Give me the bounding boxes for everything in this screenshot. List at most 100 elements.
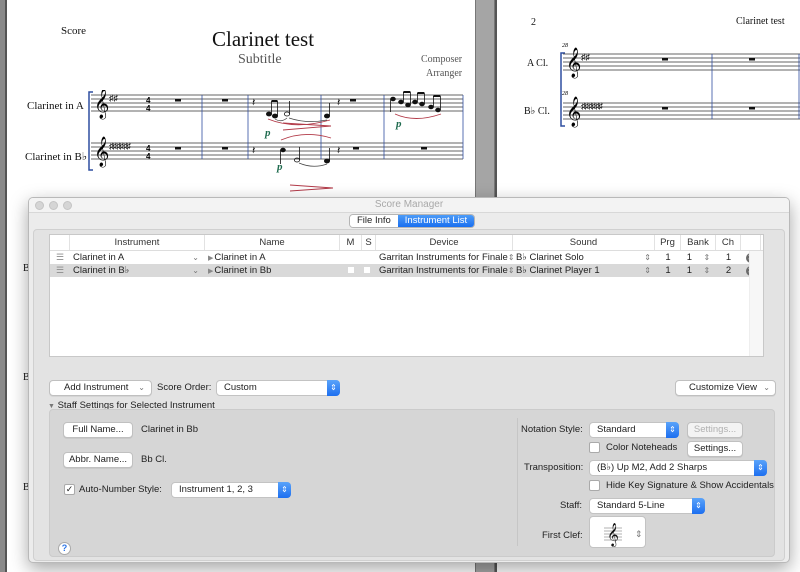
tab-instrument-list[interactable]: Instrument List: [397, 215, 475, 227]
stepper-icon: ⇕: [644, 253, 651, 262]
column-header-name[interactable]: Name: [205, 235, 340, 250]
column-header-bank[interactable]: Bank: [681, 235, 716, 250]
column-header-instrument[interactable]: Instrument: [70, 235, 205, 250]
score-subtitle[interactable]: Subtitle: [238, 52, 282, 68]
chevron-down-icon: ⌄: [192, 253, 199, 262]
key-signature: ♯♯♯♯♯♯: [109, 141, 132, 151]
treble-clef-icon: 𝄞: [94, 136, 109, 168]
solo-cell[interactable]: [362, 251, 376, 264]
help-button[interactable]: ?: [58, 542, 71, 555]
transposition-select[interactable]: (B♭) Up M2, Add 2 Sharps ⇕: [589, 460, 767, 476]
bank-value: 1: [686, 252, 693, 263]
score-system-2[interactable]: 28 28 𝄞 𝄞 ♯♯ ♯♯♯♯♯♯: [557, 40, 800, 130]
staff-select[interactable]: Standard 5-Line ⇕: [589, 498, 705, 514]
notes-staff-a: 𝄽 𝄽: [252, 91, 441, 119]
treble-clef-icon: 𝄞 ⇕: [604, 522, 643, 547]
chevron-down-icon: ⌄: [138, 383, 145, 392]
treble-clef-icon: 𝄞: [566, 47, 581, 79]
mute-cell[interactable]: [340, 251, 362, 264]
drag-handle-icon[interactable]: ☰: [50, 251, 70, 264]
dynamic-marking: p: [276, 161, 283, 173]
abbr-name-button[interactable]: Abbr. Name...: [63, 452, 133, 468]
customize-view-button[interactable]: Customize View ⌄: [675, 380, 776, 396]
sound-select[interactable]: B♭ Clarinet Solo ⇕: [513, 251, 655, 264]
stepper-icon: ⇕: [754, 460, 767, 476]
notation-style-select[interactable]: Standard ⇕: [589, 422, 679, 438]
first-clef-label: First Clef:: [542, 530, 583, 541]
device-value: Garritan Instruments for Finale: [379, 265, 508, 276]
color-noteheads-settings-button[interactable]: Settings...: [687, 441, 743, 457]
table-row-selected[interactable]: ☰ Clarinet in B♭ ⌄ ▶Clarinet in Bb Garrit…: [50, 264, 763, 277]
staff-bracket: [88, 91, 93, 171]
bank-select[interactable]: 1 ⇕: [681, 251, 716, 264]
chevron-down-icon: ⌄: [192, 266, 199, 275]
stepper-icon: ⇕: [692, 498, 705, 514]
column-header-solo[interactable]: S: [362, 235, 376, 250]
auto-number-select[interactable]: Instrument 1, 2, 3 ⇕: [171, 482, 291, 498]
column-header-channel[interactable]: Ch: [716, 235, 741, 250]
full-name-value: Clarinet in Bb: [141, 424, 199, 435]
instrument-name-cell[interactable]: ▶Clarinet in Bb: [205, 264, 340, 277]
instrument-name-cell[interactable]: ▶Clarinet in A: [205, 251, 340, 264]
program-value[interactable]: 1: [655, 264, 681, 277]
table-header: Instrument Name M S Device Sound Prg Ban…: [50, 235, 763, 251]
table-scrollbar[interactable]: [749, 251, 763, 356]
stepper-icon: ⇕: [644, 266, 651, 275]
treble-clef-icon: 𝄞: [566, 96, 581, 128]
sound-value: B♭ Clarinet Player 1: [516, 265, 600, 276]
instrument-list-panel: Instrument Name M S Device Sound Prg Ban…: [33, 229, 785, 561]
first-clef-select[interactable]: 𝄞 ⇕: [589, 516, 646, 548]
channel-value[interactable]: 2: [716, 264, 741, 277]
instrument-value: Clarinet in B♭: [73, 265, 130, 276]
column-header-program[interactable]: Prg: [655, 235, 681, 250]
instrument-select[interactable]: Clarinet in B♭ ⌄: [70, 264, 205, 277]
score-header-label: Score: [61, 25, 87, 37]
stepper-icon: ⇕: [635, 529, 643, 539]
mute-checkbox[interactable]: [340, 264, 362, 277]
add-instrument-button[interactable]: Add Instrument ⌄: [49, 380, 152, 396]
time-signature: 4: [146, 104, 151, 113]
device-select[interactable]: Garritan Instruments for Finale⇕: [376, 264, 513, 277]
notation-settings-button[interactable]: Settings...: [687, 422, 743, 438]
barlines: [711, 54, 800, 119]
color-noteheads-checkbox[interactable]: [589, 442, 600, 453]
hide-key-signature-checkbox[interactable]: [589, 480, 600, 491]
column-header-mute[interactable]: M: [340, 235, 362, 250]
tab-file-info[interactable]: File Info: [350, 215, 398, 227]
column-header-delete: [741, 235, 761, 250]
program-value[interactable]: 1: [655, 251, 681, 264]
sound-value: B♭ Clarinet Solo: [516, 252, 584, 263]
column-header-sound[interactable]: Sound: [513, 235, 655, 250]
bank-value: 1: [686, 265, 693, 276]
key-signature: ♯♯: [581, 52, 591, 62]
key-signature: ♯♯♯♯♯♯: [581, 101, 604, 111]
auto-number-checkbox[interactable]: ✓: [64, 484, 75, 495]
disclosure-triangle-icon[interactable]: ▶: [208, 255, 213, 262]
treble-clef-icon: 𝄞: [94, 90, 109, 120]
score-title[interactable]: Clarinet test: [212, 27, 314, 52]
disclosure-triangle-icon[interactable]: ▶: [208, 268, 213, 275]
sound-select[interactable]: B♭ Clarinet Player 1 ⇕: [513, 264, 655, 277]
staff-label-clarinet-bb: Clarinet in B♭: [25, 151, 88, 163]
staff-label: Staff:: [560, 500, 583, 511]
score-system-1[interactable]: 𝄞 𝄞 ♯♯ ♯♯♯♯♯♯ 4 4 4 4 𝄽 𝄽 𝄽 𝄽 p p p: [85, 90, 475, 195]
color-noteheads-label: Color Noteheads: [606, 442, 678, 453]
abbr-name-value: Bb Cl.: [141, 454, 167, 465]
dialog-titlebar[interactable]: Score Manager: [29, 198, 789, 213]
score-composer[interactable]: Composer: [421, 54, 462, 65]
key-signature: ♯♯: [109, 93, 119, 103]
bank-select[interactable]: 1 ⇕: [681, 264, 716, 277]
full-name-button[interactable]: Full Name...: [63, 422, 133, 438]
device-value: Garritan Instruments for Finale: [379, 252, 508, 263]
channel-value[interactable]: 1: [716, 251, 741, 264]
drag-handle-icon[interactable]: ☰: [50, 264, 70, 277]
column-header-device[interactable]: Device: [376, 235, 513, 250]
instrument-select[interactable]: Clarinet in A ⌄: [70, 251, 205, 264]
solo-checkbox[interactable]: [362, 264, 376, 277]
score-order-select[interactable]: Custom ⇕: [216, 380, 340, 396]
device-select[interactable]: Garritan Instruments for Finale⇕: [376, 251, 513, 264]
score-arranger[interactable]: Arranger: [426, 68, 462, 79]
score-manager-dialog[interactable]: Score Manager File Info Instrument List …: [28, 197, 790, 563]
instrument-table: Instrument Name M S Device Sound Prg Ban…: [49, 234, 764, 357]
table-row[interactable]: ☰ Clarinet in A ⌄ ▶Clarinet in A Garritan…: [50, 251, 763, 264]
